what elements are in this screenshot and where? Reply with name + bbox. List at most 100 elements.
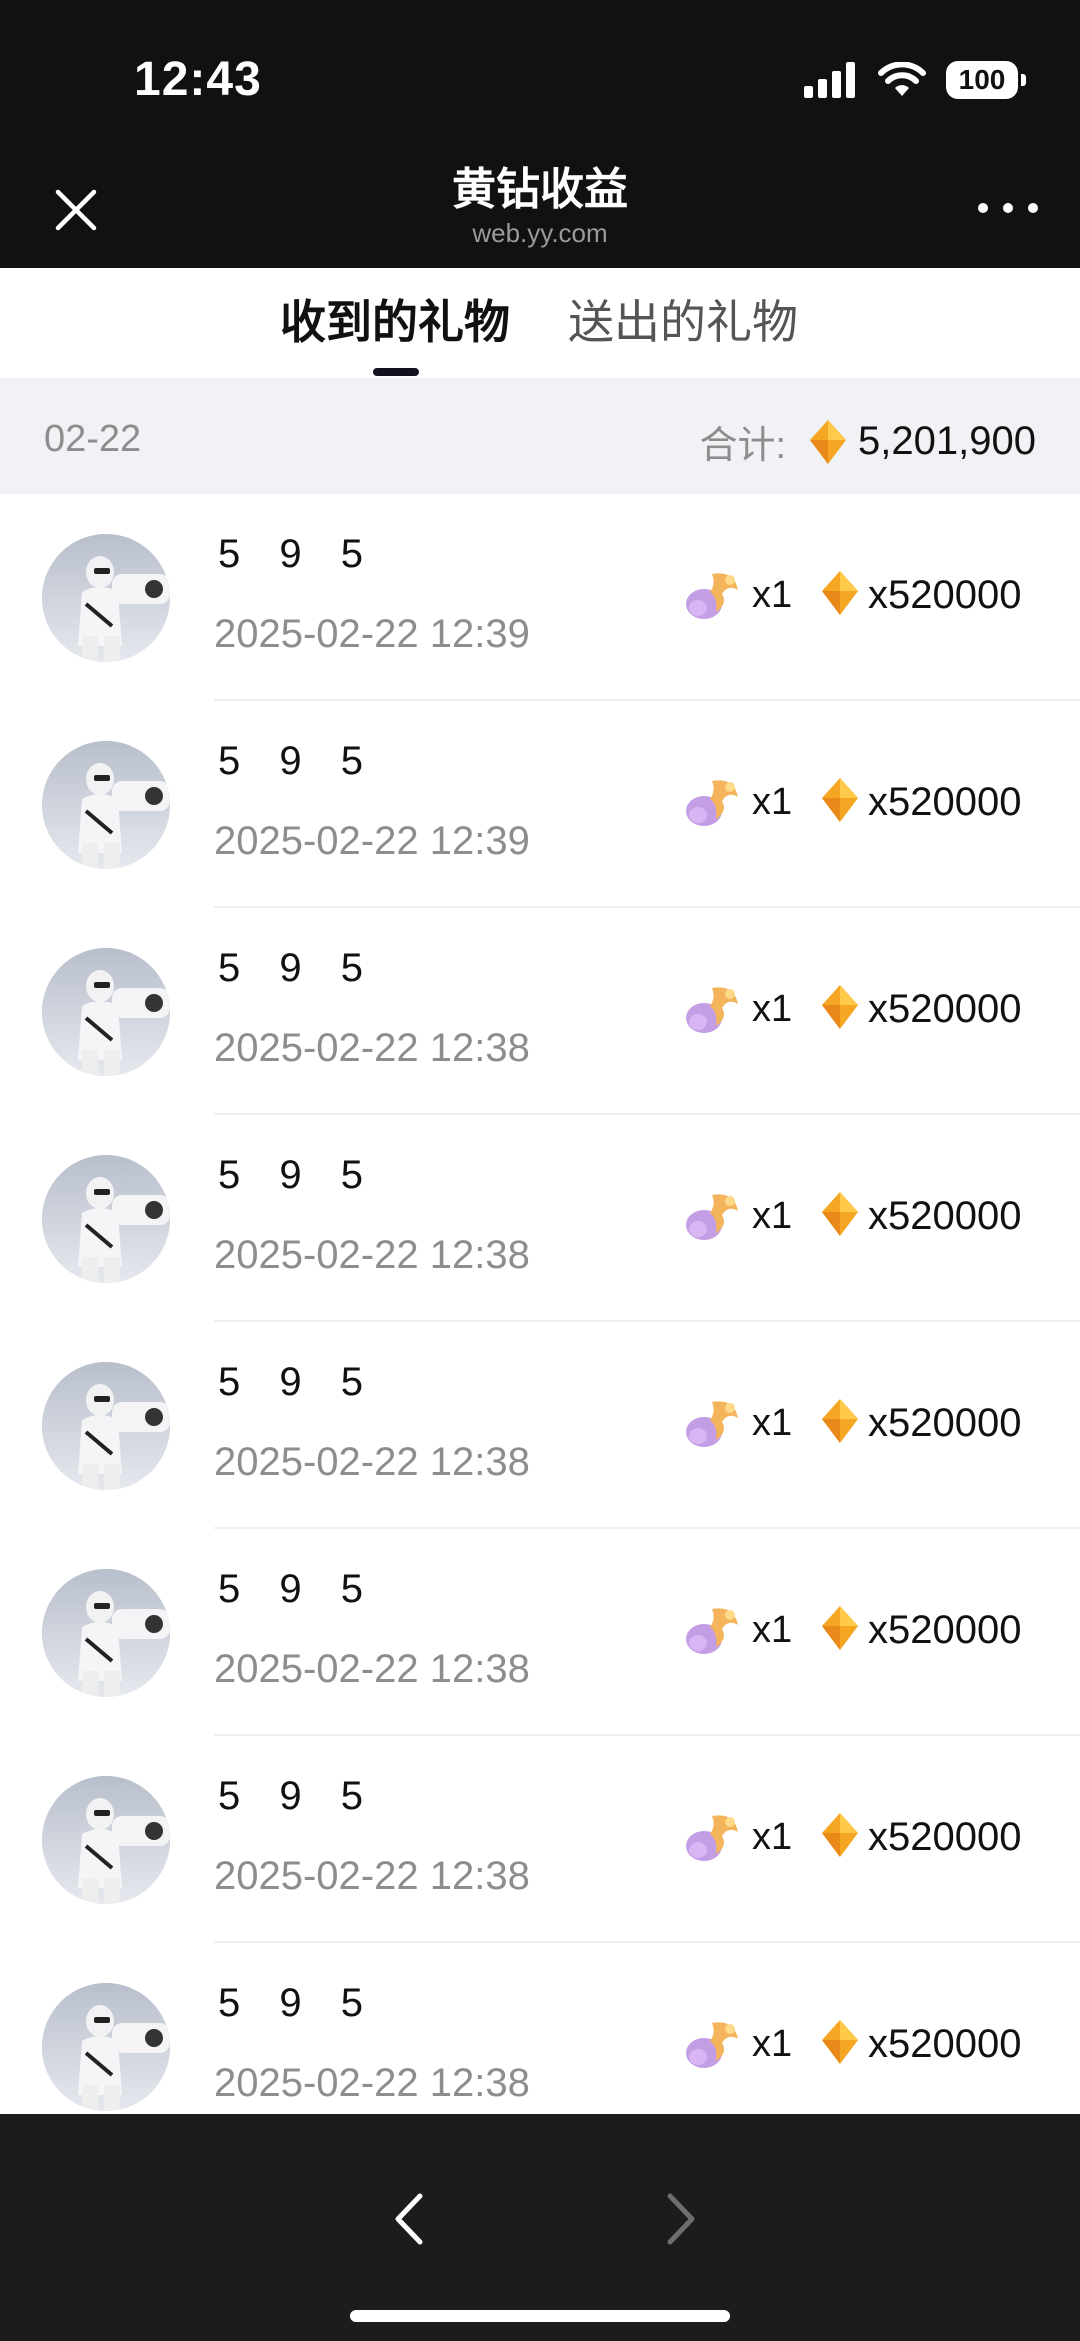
diamond-amount: x520000 [868, 1607, 1022, 1652]
gift-count: x1 [752, 1608, 793, 1651]
more-dot-icon [978, 203, 988, 213]
gift-record-row[interactable]: 5 9 5 2025-02-22 12:39 x1 x520000 [0, 701, 1080, 908]
diamond-amount: x520000 [868, 1814, 1022, 1859]
diamond-amount: x520000 [868, 1193, 1022, 1238]
gift-count: x1 [752, 1401, 793, 1444]
page-domain: web.yy.com [472, 218, 608, 248]
summary-total-group: 合计: 5,201,900 [699, 414, 1036, 469]
diamond-amount-group: x520000 [820, 1599, 1021, 1661]
record-timestamp: 2025-02-22 12:38 [214, 2061, 530, 2105]
gift-icon [682, 2013, 746, 2075]
avatar[interactable] [42, 1155, 170, 1283]
gift-icon [682, 771, 746, 833]
avatar[interactable] [42, 1983, 170, 2111]
gift-quantity-group: x1 [682, 1806, 792, 1868]
gift-record-row[interactable]: 5 9 5 2025-02-22 12:39 x1 x520000 [0, 494, 1080, 701]
diamond-amount: x520000 [868, 2021, 1022, 2066]
nav-bar: 黄钻收益 web.yy.com [0, 150, 1080, 268]
status-time: 12:43 [134, 53, 262, 106]
diamond-icon [820, 569, 860, 622]
wifi-icon [878, 62, 926, 96]
sender-name: 5 9 5 [218, 739, 377, 783]
sender-name: 5 9 5 [218, 532, 377, 576]
tab-bar: 收到的礼物 送出的礼物 [0, 268, 1080, 378]
avatar[interactable] [42, 948, 170, 1076]
tab-received-gifts[interactable]: 收到的礼物 [280, 292, 510, 352]
gift-count: x1 [752, 1194, 793, 1237]
tab-active-indicator [373, 368, 419, 376]
gift-record-row[interactable]: 5 9 5 2025-02-22 12:38 x1 x520000 [0, 908, 1080, 1115]
avatar[interactable] [42, 1569, 170, 1697]
gift-quantity-group: x1 [682, 771, 792, 833]
avatar[interactable] [42, 534, 170, 662]
diamond-amount: x520000 [868, 1400, 1022, 1445]
more-dot-icon [1003, 203, 1013, 213]
back-button[interactable] [380, 2184, 440, 2254]
diamond-amount-group: x520000 [820, 771, 1021, 833]
gift-quantity-group: x1 [682, 2013, 792, 2075]
gift-icon [682, 978, 746, 1040]
diamond-amount: x520000 [868, 986, 1022, 1031]
sender-name: 5 9 5 [218, 1981, 377, 2025]
gift-count: x1 [752, 987, 793, 1030]
record-timestamp: 2025-02-22 12:38 [214, 1026, 530, 1070]
page-title: 黄钻收益 [452, 165, 628, 214]
gift-icon [682, 564, 746, 626]
diamond-icon [820, 2018, 860, 2071]
diamond-amount-group: x520000 [820, 1806, 1021, 1868]
more-dot-icon [1028, 203, 1038, 213]
gift-icon [682, 1185, 746, 1247]
sender-name: 5 9 5 [218, 1153, 377, 1197]
gift-record-row[interactable]: 5 9 5 2025-02-22 12:38 x1 x520000 [0, 1736, 1080, 1943]
diamond-amount-group: x520000 [820, 1185, 1021, 1247]
nav-title-group: 黄钻收益 web.yy.com [0, 162, 1080, 248]
gift-quantity-group: x1 [682, 1599, 792, 1661]
summary-bar: 02-22 合计: 5,201,900 [0, 378, 1080, 494]
avatar[interactable] [42, 741, 170, 869]
diamond-amount: x520000 [868, 779, 1022, 824]
diamond-icon [820, 1190, 860, 1243]
sender-name: 5 9 5 [218, 1567, 377, 1611]
sender-name: 5 9 5 [218, 1360, 377, 1404]
record-timestamp: 2025-02-22 12:38 [214, 1440, 530, 1484]
bottom-toolbar [0, 2114, 1080, 2341]
chevron-right-icon [667, 2193, 695, 2245]
diamond-icon [820, 983, 860, 1036]
avatar[interactable] [42, 1362, 170, 1490]
gift-icon [682, 1392, 746, 1454]
diamond-amount-group: x520000 [820, 978, 1021, 1040]
diamond-amount: x520000 [868, 572, 1022, 617]
diamond-icon [820, 1397, 860, 1450]
gift-record-row[interactable]: 5 9 5 2025-02-22 12:38 x1 x520000 [0, 1943, 1080, 2114]
record-timestamp: 2025-02-22 12:38 [214, 1647, 530, 1691]
record-timestamp: 2025-02-22 12:38 [214, 1854, 530, 1898]
sender-name: 5 9 5 [218, 946, 377, 990]
gift-count: x1 [752, 2022, 793, 2065]
avatar[interactable] [42, 1776, 170, 1904]
gift-record-row[interactable]: 5 9 5 2025-02-22 12:38 x1 x520000 [0, 1115, 1080, 1322]
record-timestamp: 2025-02-22 12:38 [214, 1233, 530, 1277]
status-bar: 12:43 100 [0, 0, 1080, 150]
forward-button[interactable] [650, 2184, 710, 2254]
diamond-icon [810, 419, 847, 464]
battery-indicator: 100 [946, 61, 1026, 99]
diamond-icon [820, 1604, 860, 1657]
record-timestamp: 2025-02-22 12:39 [214, 819, 530, 863]
gift-icon [682, 1806, 746, 1868]
signal-icon [804, 62, 855, 98]
gift-record-row[interactable]: 5 9 5 2025-02-22 12:38 x1 x520000 [0, 1322, 1080, 1529]
status-icons: 100 [804, 56, 1026, 104]
summary-date: 02-22 [44, 418, 142, 460]
gift-record-list[interactable]: 5 9 5 2025-02-22 12:39 x1 x520000 5 9 5 … [0, 494, 1080, 2114]
gift-quantity-group: x1 [682, 978, 792, 1040]
diamond-icon [820, 1811, 860, 1864]
gift-icon [682, 1599, 746, 1661]
gift-quantity-group: x1 [682, 1185, 792, 1247]
more-button[interactable] [978, 188, 1038, 228]
tab-sent-gifts[interactable]: 送出的礼物 [568, 292, 798, 352]
sender-name: 5 9 5 [218, 1774, 377, 1818]
gift-quantity-group: x1 [682, 1392, 792, 1454]
gift-record-row[interactable]: 5 9 5 2025-02-22 12:38 x1 x520000 [0, 1529, 1080, 1736]
gift-count: x1 [752, 1815, 793, 1858]
diamond-amount-group: x520000 [820, 564, 1021, 626]
